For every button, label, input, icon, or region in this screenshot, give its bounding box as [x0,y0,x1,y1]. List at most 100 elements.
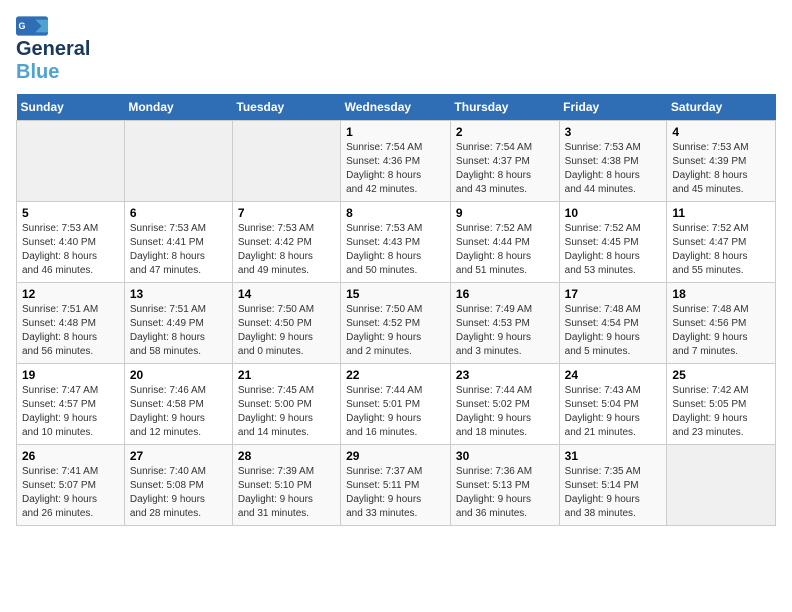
day-info: Sunrise: 7:52 AM Sunset: 4:45 PM Dayligh… [565,222,662,278]
logo-general: General [16,38,90,61]
calendar-cell: 5 Sunrise: 7:53 AM Sunset: 4:40 PM Daylig… [17,202,125,283]
day-number: 4 [672,125,770,139]
calendar-cell: 11 Sunrise: 7:52 AM Sunset: 4:47 PM Dayli… [667,202,776,283]
day-number: 17 [565,287,662,301]
calendar-cell: 19 Sunrise: 7:47 AM Sunset: 4:57 PM Dayli… [17,364,125,445]
day-number: 16 [456,287,554,301]
weekday-header-sunday: Sunday [17,94,125,121]
day-info: Sunrise: 7:52 AM Sunset: 4:44 PM Dayligh… [456,222,554,278]
day-number: 29 [346,449,445,463]
calendar-cell: 25Sunrise: 7:42 AM Sunset: 5:05 PM Dayli… [667,364,776,445]
calendar-cell: 13 Sunrise: 7:51 AM Sunset: 4:49 PM Dayli… [124,283,232,364]
calendar-cell: 22 Sunrise: 7:44 AM Sunset: 5:01 PM Dayli… [341,364,451,445]
calendar-cell: 7Sunrise: 7:53 AM Sunset: 4:42 PM Daylig… [232,202,340,283]
day-info: Sunrise: 7:53 AM Sunset: 4:40 PM Dayligh… [22,222,119,278]
day-info: Sunrise: 7:53 AM Sunset: 4:42 PM Dayligh… [238,222,335,278]
day-number: 12 [22,287,119,301]
day-info: Sunrise: 7:41 AM Sunset: 5:07 PM Dayligh… [22,465,119,521]
calendar-cell: 8 Sunrise: 7:53 AM Sunset: 4:43 PM Daylig… [341,202,451,283]
calendar-body: 1 Sunrise: 7:54 AM Sunset: 4:36 PM Daylig… [17,121,776,526]
day-number: 24 [565,368,662,382]
weekday-header-saturday: Saturday [667,94,776,121]
calendar-week-3: 12 Sunrise: 7:51 AM Sunset: 4:48 PM Dayli… [17,283,776,364]
calendar-cell: 31Sunrise: 7:35 AM Sunset: 5:14 PM Dayli… [559,445,667,526]
day-info: Sunrise: 7:53 AM Sunset: 4:39 PM Dayligh… [672,141,770,197]
day-number: 2 [456,125,554,139]
logo: G General Blue [16,16,90,84]
day-number: 26 [22,449,119,463]
day-number: 19 [22,368,119,382]
day-info: Sunrise: 7:39 AM Sunset: 5:10 PM Dayligh… [238,465,335,521]
day-info: Sunrise: 7:46 AM Sunset: 4:58 PM Dayligh… [130,384,227,440]
day-info: Sunrise: 7:40 AM Sunset: 5:08 PM Dayligh… [130,465,227,521]
day-info: Sunrise: 7:53 AM Sunset: 4:43 PM Dayligh… [346,222,445,278]
calendar-week-5: 26 Sunrise: 7:41 AM Sunset: 5:07 PM Dayli… [17,445,776,526]
calendar-header: SundayMondayTuesdayWednesdayThursdayFrid… [17,94,776,121]
day-number: 3 [565,125,662,139]
day-info: Sunrise: 7:54 AM Sunset: 4:37 PM Dayligh… [456,141,554,197]
calendar-cell: 12 Sunrise: 7:51 AM Sunset: 4:48 PM Dayli… [17,283,125,364]
weekday-header-thursday: Thursday [450,94,559,121]
weekday-header-friday: Friday [559,94,667,121]
day-info: Sunrise: 7:43 AM Sunset: 5:04 PM Dayligh… [565,384,662,440]
day-info: Sunrise: 7:53 AM Sunset: 4:38 PM Dayligh… [565,141,662,197]
day-number: 25 [672,368,770,382]
day-number: 8 [346,206,445,220]
day-number: 6 [130,206,227,220]
day-number: 28 [238,449,335,463]
day-info: Sunrise: 7:47 AM Sunset: 4:57 PM Dayligh… [22,384,119,440]
day-info: Sunrise: 7:53 AM Sunset: 4:41 PM Dayligh… [130,222,227,278]
day-info: Sunrise: 7:48 AM Sunset: 4:54 PM Dayligh… [565,303,662,359]
calendar-cell: 17 Sunrise: 7:48 AM Sunset: 4:54 PM Dayli… [559,283,667,364]
day-number: 18 [672,287,770,301]
day-info: Sunrise: 7:54 AM Sunset: 4:36 PM Dayligh… [346,141,445,197]
calendar-cell: 15 Sunrise: 7:50 AM Sunset: 4:52 PM Dayli… [341,283,451,364]
day-number: 27 [130,449,227,463]
calendar-cell: 9Sunrise: 7:52 AM Sunset: 4:44 PM Daylig… [450,202,559,283]
day-number: 14 [238,287,335,301]
day-info: Sunrise: 7:51 AM Sunset: 4:49 PM Dayligh… [130,303,227,359]
day-number: 13 [130,287,227,301]
day-info: Sunrise: 7:50 AM Sunset: 4:50 PM Dayligh… [238,303,335,359]
calendar-table: SundayMondayTuesdayWednesdayThursdayFrid… [16,94,776,526]
calendar-cell: 4 Sunrise: 7:53 AM Sunset: 4:39 PM Daylig… [667,121,776,202]
calendar-cell: 29 Sunrise: 7:37 AM Sunset: 5:11 PM Dayli… [341,445,451,526]
calendar-week-2: 5 Sunrise: 7:53 AM Sunset: 4:40 PM Daylig… [17,202,776,283]
day-info: Sunrise: 7:50 AM Sunset: 4:52 PM Dayligh… [346,303,445,359]
day-number: 11 [672,206,770,220]
calendar-cell: 16 Sunrise: 7:49 AM Sunset: 4:53 PM Dayli… [450,283,559,364]
day-info: Sunrise: 7:48 AM Sunset: 4:56 PM Dayligh… [672,303,770,359]
calendar-week-4: 19 Sunrise: 7:47 AM Sunset: 4:57 PM Dayli… [17,364,776,445]
calendar-cell: 26 Sunrise: 7:41 AM Sunset: 5:07 PM Dayli… [17,445,125,526]
calendar-cell: 14 Sunrise: 7:50 AM Sunset: 4:50 PM Dayli… [232,283,340,364]
calendar-cell [667,445,776,526]
calendar-cell: 27 Sunrise: 7:40 AM Sunset: 5:08 PM Dayli… [124,445,232,526]
calendar-cell: 18 Sunrise: 7:48 AM Sunset: 4:56 PM Dayli… [667,283,776,364]
day-number: 22 [346,368,445,382]
day-number: 21 [238,368,335,382]
weekday-header-tuesday: Tuesday [232,94,340,121]
day-info: Sunrise: 7:52 AM Sunset: 4:47 PM Dayligh… [672,222,770,278]
calendar-cell: 30 Sunrise: 7:36 AM Sunset: 5:13 PM Dayli… [450,445,559,526]
day-info: Sunrise: 7:37 AM Sunset: 5:11 PM Dayligh… [346,465,445,521]
svg-text:G: G [19,21,26,31]
weekday-header-row: SundayMondayTuesdayWednesdayThursdayFrid… [17,94,776,121]
weekday-header-wednesday: Wednesday [341,94,451,121]
day-number: 20 [130,368,227,382]
calendar-cell: 6 Sunrise: 7:53 AM Sunset: 4:41 PM Daylig… [124,202,232,283]
day-number: 15 [346,287,445,301]
day-info: Sunrise: 7:51 AM Sunset: 4:48 PM Dayligh… [22,303,119,359]
logo-blue: Blue [16,61,59,84]
day-number: 5 [22,206,119,220]
calendar-cell: 28 Sunrise: 7:39 AM Sunset: 5:10 PM Dayli… [232,445,340,526]
day-info: Sunrise: 7:45 AM Sunset: 5:00 PM Dayligh… [238,384,335,440]
day-number: 1 [346,125,445,139]
calendar-cell: 20 Sunrise: 7:46 AM Sunset: 4:58 PM Dayli… [124,364,232,445]
day-number: 31 [565,449,662,463]
day-info: Sunrise: 7:49 AM Sunset: 4:53 PM Dayligh… [456,303,554,359]
page-header: G General Blue [16,16,776,84]
day-number: 30 [456,449,554,463]
day-info: Sunrise: 7:44 AM Sunset: 5:01 PM Dayligh… [346,384,445,440]
calendar-cell: 23Sunrise: 7:44 AM Sunset: 5:02 PM Dayli… [450,364,559,445]
day-info: Sunrise: 7:36 AM Sunset: 5:13 PM Dayligh… [456,465,554,521]
